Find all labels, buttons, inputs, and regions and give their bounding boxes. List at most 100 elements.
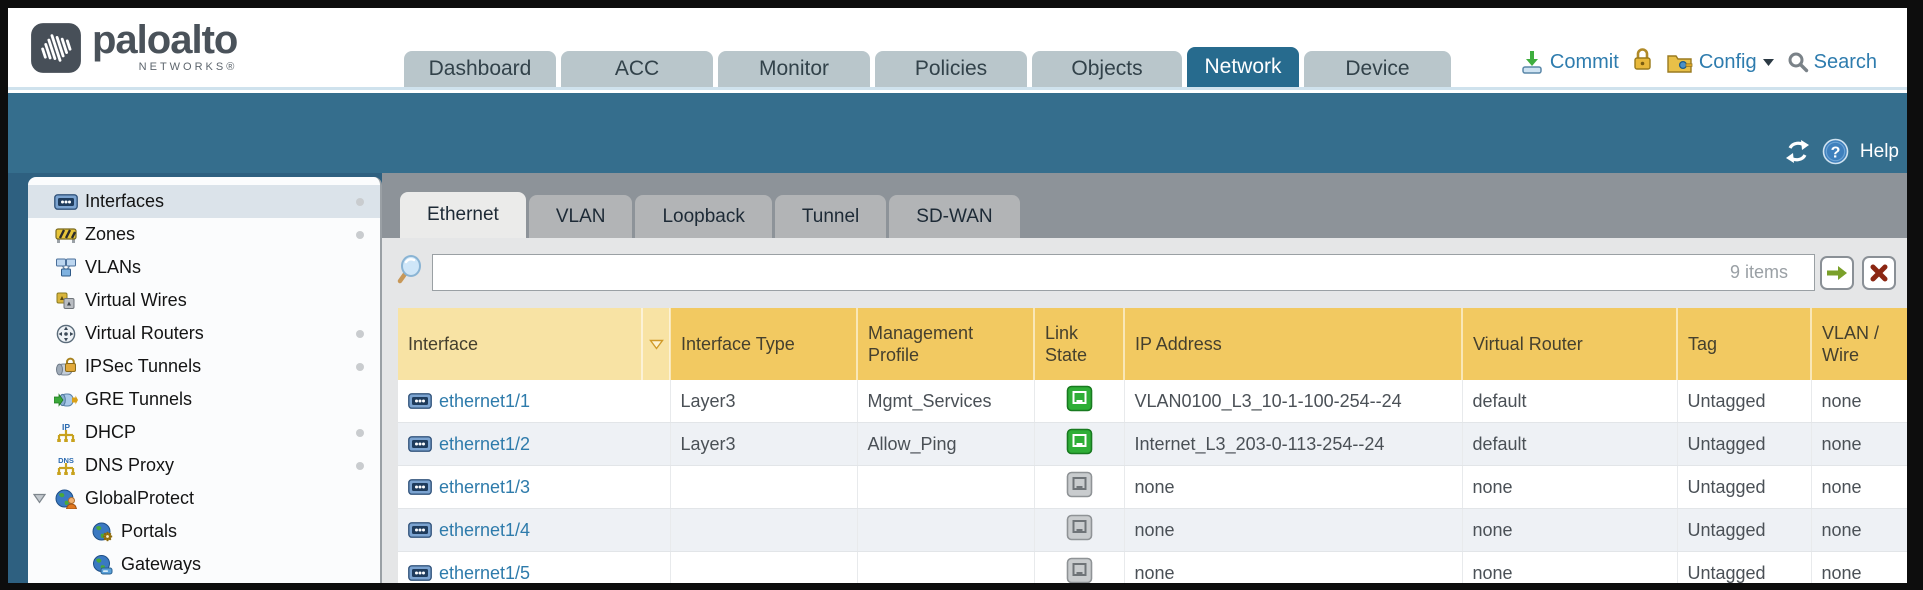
- tab-acc[interactable]: ACC: [561, 51, 713, 87]
- interface-link[interactable]: ethernet1/5: [439, 563, 530, 584]
- tab-loopback[interactable]: Loopback: [635, 195, 771, 238]
- help-label[interactable]: Help: [1860, 141, 1899, 163]
- body-region: Interfaces Zones VLANs Vir: [8, 173, 1907, 583]
- search-icon: [1787, 51, 1809, 73]
- cell-virtual-router: default: [1462, 423, 1677, 466]
- sidebar-item-ipsec-tunnels[interactable]: IPSec Tunnels: [28, 350, 380, 383]
- cell-interface-type: Layer3: [670, 423, 857, 466]
- sort-triangle-icon: [649, 339, 664, 350]
- commit-label: Commit: [1550, 51, 1619, 74]
- vlans-icon: [54, 258, 78, 278]
- column-header-virtual-router[interactable]: Virtual Router: [1462, 308, 1677, 380]
- sidebar-item-dns-proxy[interactable]: DNS DNS Proxy: [28, 449, 380, 482]
- sidebar-item-portals[interactable]: Portals: [28, 515, 380, 548]
- cell-management-profile: [857, 552, 1034, 584]
- table-row: ethernet1/4 none none Untagged none: [398, 509, 1907, 552]
- column-header-vlan-wire[interactable]: VLAN / Wire: [1811, 308, 1907, 380]
- interface-link[interactable]: ethernet1/2: [439, 434, 530, 455]
- sidebar-item-virtual-wires[interactable]: Virtual Wires: [28, 284, 380, 317]
- table-header-row: Interface Interface Type Management Prof…: [398, 308, 1907, 380]
- config-button[interactable]: Config: [1666, 50, 1775, 74]
- tab-sdwan[interactable]: SD-WAN: [889, 195, 1019, 238]
- tab-dashboard[interactable]: Dashboard: [404, 51, 556, 87]
- chevron-down-icon: [1762, 58, 1775, 67]
- sidebar-item-zones[interactable]: Zones: [28, 218, 380, 251]
- table-row: ethernet1/5 none none Untagged none: [398, 552, 1907, 584]
- gateways-icon: [90, 555, 114, 575]
- portals-icon: [90, 522, 114, 542]
- column-header-interface[interactable]: Interface: [398, 308, 642, 380]
- sidebar-item-gre-tunnels[interactable]: GRE Tunnels: [28, 383, 380, 416]
- filter-input[interactable]: [432, 254, 1815, 291]
- tab-ethernet[interactable]: Ethernet: [400, 192, 526, 238]
- sidebar-item-label: Zones: [85, 224, 135, 245]
- content-area: Ethernet VLAN Loopback Tunnel SD-WAN 9 i…: [382, 173, 1907, 583]
- sidebar-item-interfaces[interactable]: Interfaces: [28, 185, 380, 218]
- column-header-management-profile[interactable]: Management Profile: [857, 308, 1034, 380]
- sidebar-item-label: Interfaces: [85, 191, 164, 212]
- column-header-tag[interactable]: Tag: [1677, 308, 1811, 380]
- help-icon[interactable]: ?: [1822, 138, 1849, 165]
- link-state-down-icon[interactable]: [1066, 557, 1093, 583]
- tab-monitor[interactable]: Monitor: [718, 51, 870, 87]
- interfaces-icon: [54, 192, 78, 212]
- lock-button[interactable]: [1631, 46, 1654, 78]
- cell-management-profile: Mgmt_Services: [857, 380, 1034, 423]
- item-indicator-dot: [356, 462, 364, 470]
- tab-policies[interactable]: Policies: [875, 51, 1027, 87]
- sidebar-item-gateways[interactable]: Gateways: [28, 548, 380, 581]
- cell-vlan-wire: none: [1811, 552, 1907, 584]
- sidebar-item-label: IPSec Tunnels: [85, 356, 201, 377]
- interface-link[interactable]: ethernet1/4: [439, 520, 530, 541]
- item-indicator-dot: [356, 363, 364, 371]
- tab-device[interactable]: Device: [1304, 51, 1451, 87]
- svg-text:?: ?: [1831, 145, 1841, 162]
- apply-filter-button[interactable]: [1820, 256, 1854, 290]
- cell-tag: Untagged: [1677, 509, 1811, 552]
- dns-proxy-icon: DNS: [54, 456, 78, 476]
- config-label: Config: [1699, 51, 1757, 74]
- tab-objects[interactable]: Objects: [1032, 51, 1182, 87]
- tab-tunnel[interactable]: Tunnel: [775, 195, 886, 238]
- cell-tag: Untagged: [1677, 423, 1811, 466]
- cell-interface-type: Layer3: [670, 380, 857, 423]
- tab-vlan[interactable]: VLAN: [529, 195, 633, 238]
- sidebar-item-label: Virtual Wires: [85, 290, 187, 311]
- clear-filter-button[interactable]: [1862, 256, 1896, 290]
- content-tabstrip: Ethernet VLAN Loopback Tunnel SD-WAN: [382, 173, 1907, 238]
- link-state-up-icon[interactable]: [1066, 385, 1093, 412]
- link-state-down-icon[interactable]: [1066, 471, 1093, 498]
- screenshot-frame: paloalto NETWORKS® Dashboard ACC Monitor…: [0, 0, 1923, 590]
- tab-network[interactable]: Network: [1187, 47, 1299, 87]
- sidebar-item-dhcp[interactable]: IP DHCP: [28, 416, 380, 449]
- green-arrow-icon: [1826, 265, 1848, 281]
- cell-virtual-router: none: [1462, 509, 1677, 552]
- table-row: ethernet1/2 Layer3 Allow_Ping Internet_L…: [398, 423, 1907, 466]
- cell-tag: Untagged: [1677, 552, 1811, 584]
- sidebar-item-virtual-routers[interactable]: Virtual Routers: [28, 317, 380, 350]
- interface-link[interactable]: ethernet1/1: [439, 391, 530, 412]
- column-header-ip-address[interactable]: IP Address: [1124, 308, 1462, 380]
- primary-nav: Dashboard ACC Monitor Policies Objects N…: [404, 47, 1456, 87]
- lock-icon: [1631, 46, 1654, 72]
- refresh-icon[interactable]: [1784, 138, 1811, 165]
- sort-dropdown-button[interactable]: [642, 308, 670, 380]
- ipsec-tunnels-icon: [54, 357, 78, 377]
- sidebar-item-globalprotect[interactable]: GlobalProtect: [28, 482, 380, 515]
- collapse-triangle-icon[interactable]: [33, 493, 46, 504]
- commit-button[interactable]: Commit: [1519, 49, 1619, 75]
- logo-brand-text: paloalto: [92, 18, 237, 62]
- zones-icon: [54, 225, 78, 245]
- ethernet-port-icon: [408, 479, 432, 495]
- paloalto-logo-icon: [30, 22, 82, 74]
- column-header-interface-type[interactable]: Interface Type: [670, 308, 857, 380]
- sidebar-item-vlans[interactable]: VLANs: [28, 251, 380, 284]
- link-state-up-icon[interactable]: [1066, 428, 1093, 455]
- cell-ip-address: Internet_L3_203-0-113-254--24: [1124, 423, 1462, 466]
- interface-link[interactable]: ethernet1/3: [439, 477, 530, 498]
- sidebar-item-label: GlobalProtect: [85, 488, 194, 509]
- search-button[interactable]: Search: [1787, 51, 1877, 74]
- column-header-link-state[interactable]: Link State: [1034, 308, 1124, 380]
- cell-management-profile: [857, 466, 1034, 509]
- link-state-down-icon[interactable]: [1066, 514, 1093, 541]
